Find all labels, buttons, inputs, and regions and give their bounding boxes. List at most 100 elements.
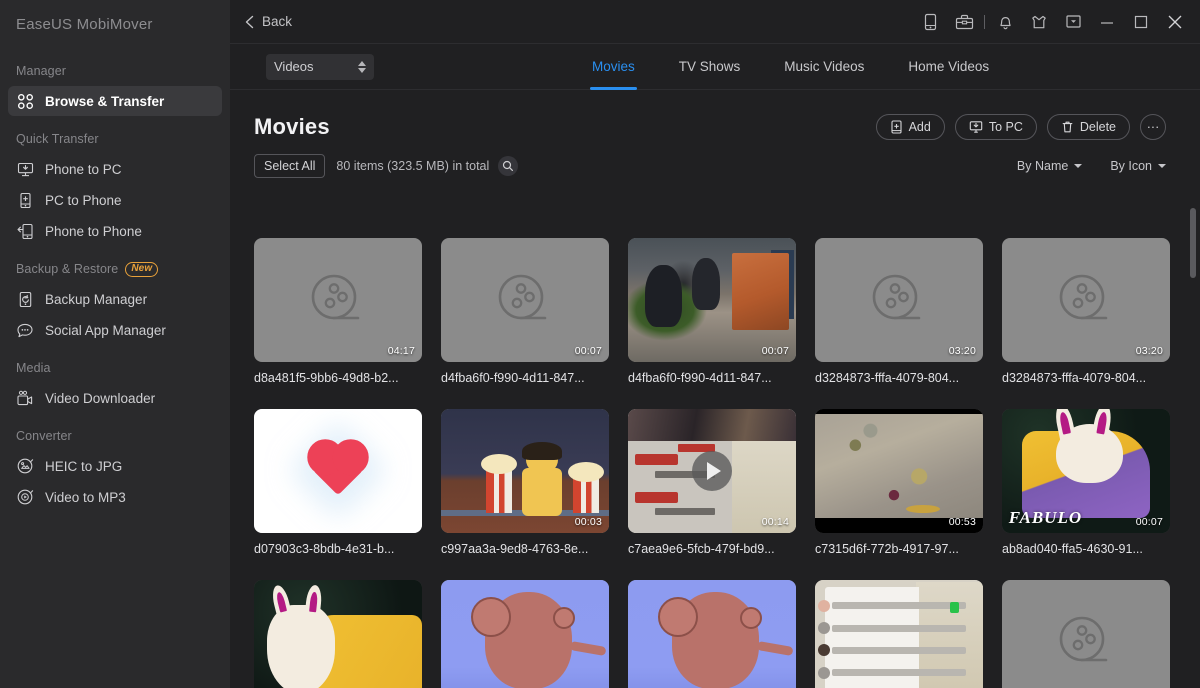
media-thumbnail[interactable] [1002, 580, 1170, 688]
media-thumbnail[interactable]: 00:14 [628, 409, 796, 533]
media-thumbnail[interactable] [441, 580, 609, 688]
sidebar-item-browse-transfer[interactable]: Browse & Transfer [8, 86, 222, 116]
tab-home-videos[interactable]: Home Videos [886, 44, 1011, 90]
sidebar-item-social-app-manager[interactable]: Social App Manager [8, 315, 222, 345]
media-item[interactable] [1002, 580, 1170, 688]
thumbnail-image [441, 580, 609, 688]
media-filename: c997aa3a-9ed8-4763-8e... [441, 542, 609, 556]
media-thumbnail[interactable] [254, 580, 422, 688]
sidebar-item-label: Phone to PC [45, 162, 122, 177]
media-thumbnail[interactable]: 00:07 [441, 238, 609, 362]
to-pc-icon [969, 120, 983, 134]
media-thumbnail[interactable]: 03:20 [815, 238, 983, 362]
media-thumbnail[interactable]: 04:17 [254, 238, 422, 362]
film-reel-icon [1056, 273, 1116, 327]
sidebar-item-label: Backup Manager [45, 292, 147, 307]
duration-label: 04:17 [388, 345, 415, 357]
media-item[interactable] [628, 580, 796, 688]
media-item[interactable]: d07903c3-8bdb-4e31-b... [254, 409, 422, 556]
media-thumbnail[interactable]: FABULO00:07 [1002, 409, 1170, 533]
sidebar-item-video-to-mp3[interactable]: Video to MP3 [8, 482, 222, 512]
sidebar-item-phone-to-pc[interactable]: Phone to PC [8, 154, 222, 184]
media-item[interactable] [254, 580, 422, 688]
tab-movies[interactable]: Movies [570, 44, 657, 90]
media-item[interactable]: 00:53c7315d6f-772b-4917-97... [815, 409, 983, 556]
sort-by-icon-dropdown[interactable]: By Icon [1110, 159, 1166, 173]
toolbox-icon[interactable] [947, 7, 981, 37]
backup-icon [16, 290, 34, 308]
minimize-icon[interactable] [1090, 7, 1124, 37]
media-filename: d3284873-fffa-4079-804... [815, 371, 983, 385]
thumbnail-image [815, 580, 983, 688]
sort-by-name-dropdown[interactable]: By Name [1017, 159, 1082, 173]
sidebar-item-pc-to-phone[interactable]: PC to Phone [8, 185, 222, 215]
vertical-scrollbar[interactable] [1189, 90, 1197, 688]
media-item[interactable]: 00:07 d4fba6f0-f990-4d11-847... [441, 238, 609, 385]
add-button[interactable]: Add [876, 114, 945, 140]
sidebar-item-label: Video to MP3 [45, 490, 126, 505]
phone-to-pc-icon [16, 160, 34, 178]
media-thumbnail[interactable]: 03:20 [1002, 238, 1170, 362]
main-area: Back [230, 0, 1200, 688]
media-thumbnail[interactable] [815, 580, 983, 688]
media-item[interactable] [815, 580, 983, 688]
delete-button[interactable]: Delete [1047, 114, 1130, 140]
category-select[interactable]: Videos [266, 54, 374, 80]
back-button[interactable]: Back [244, 14, 292, 29]
video-camera-icon [16, 389, 34, 407]
media-thumbnail[interactable]: 00:53 [815, 409, 983, 533]
tab-label: TV Shows [679, 59, 741, 74]
media-filename: d4fba6f0-f990-4d11-847... [441, 371, 609, 385]
media-thumbnail[interactable] [254, 409, 422, 533]
bell-icon[interactable] [988, 7, 1022, 37]
thumbnail-image [254, 580, 422, 688]
media-filename: ab8ad040-ffa5-4630-91... [1002, 542, 1170, 556]
media-item[interactable]: 00:03 c997aa3a-9ed8-4763-8e... [441, 409, 609, 556]
sidebar-item-label: Video Downloader [45, 391, 155, 406]
sidebar-section-title: Media [16, 361, 51, 375]
media-item[interactable]: 03:20d3284873-fffa-4079-804... [1002, 238, 1170, 385]
media-thumbnail[interactable]: 00:03 [441, 409, 609, 533]
more-options-button[interactable]: ··· [1140, 114, 1166, 140]
media-item[interactable]: FABULO00:07 ab8ad040-ffa5-4630-91... [1002, 409, 1170, 556]
sidebar-item-heic-to-jpg[interactable]: HEIC to JPG [8, 451, 222, 481]
media-item[interactable]: 00:07d4fba6f0-f990-4d11-847... [628, 238, 796, 385]
tab-tv-shows[interactable]: TV Shows [657, 44, 763, 90]
dropdown-box-icon[interactable] [1056, 7, 1090, 37]
window-icon-group [913, 7, 1200, 37]
tab-label: Home Videos [908, 59, 989, 74]
divider [984, 15, 985, 29]
sidebar-item-phone-to-phone[interactable]: Phone to Phone [8, 216, 222, 246]
duration-label: 00:53 [949, 516, 976, 528]
media-item[interactable]: 04:17d8a481f5-9bb6-49d8-b2... [254, 238, 422, 385]
sidebar-item-backup-manager[interactable]: Backup Manager [8, 284, 222, 314]
select-all-button[interactable]: Select All [254, 154, 325, 178]
thumbnail-image [441, 409, 609, 533]
chevron-left-icon [244, 15, 255, 29]
to-pc-button[interactable]: To PC [955, 114, 1037, 140]
sidebar-section-label: Converter [0, 425, 230, 447]
tab-bar: Videos Movies TV Shows Music Videos Home Vi… [230, 44, 1200, 90]
duration-label: 00:14 [762, 516, 789, 528]
close-icon[interactable] [1158, 7, 1192, 37]
thumbnail-image [628, 580, 796, 688]
sidebar-item-video-downloader[interactable]: Video Downloader [8, 383, 222, 413]
media-filename: d07903c3-8bdb-4e31-b... [254, 542, 422, 556]
media-item[interactable]: 03:20 d3284873-fffa-4079-804... [815, 238, 983, 385]
add-label: Add [909, 120, 931, 134]
play-button[interactable] [692, 451, 732, 491]
duration-label: 00:07 [762, 345, 789, 357]
shirt-icon[interactable] [1022, 7, 1056, 37]
media-thumbnail[interactable]: 00:07 [628, 238, 796, 362]
search-button[interactable] [498, 156, 518, 176]
chat-bubble-icon [16, 321, 34, 339]
maximize-icon[interactable] [1124, 7, 1158, 37]
media-item[interactable]: 00:14c7aea9e6-5fcb-479f-bd9... [628, 409, 796, 556]
media-thumbnail[interactable] [628, 580, 796, 688]
duration-label: 03:20 [1136, 345, 1163, 357]
sort-by-name-label: By Name [1017, 159, 1068, 173]
tab-music-videos[interactable]: Music Videos [762, 44, 886, 90]
phone-icon[interactable] [913, 7, 947, 37]
media-item[interactable] [441, 580, 609, 688]
scrollbar-thumb[interactable] [1190, 208, 1196, 278]
